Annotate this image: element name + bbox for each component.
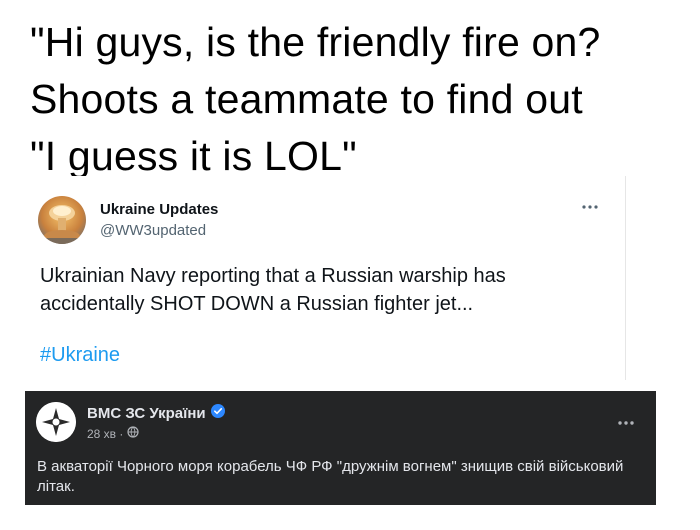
tweet-text: Ukrainian Navy reporting that a Russian … (40, 265, 506, 315)
page-name-row: ВМС ЗС України (87, 404, 225, 423)
tweet-card: Ukraine Updates @WW3updated Ukrainian Na… (20, 176, 626, 380)
meme-caption: "Hi guys, is the friendly fire on? Shoot… (30, 14, 695, 185)
verified-badge-icon (210, 404, 225, 423)
globe-icon (127, 426, 139, 441)
more-options-icon[interactable] (616, 415, 636, 425)
tweet-handle[interactable]: @WW3updated (100, 222, 206, 239)
mushroom-cloud-avatar-icon[interactable] (38, 196, 86, 244)
post-time[interactable]: 28 хв · (87, 427, 123, 441)
page-name[interactable]: ВМС ЗС України (87, 405, 206, 422)
more-options-icon[interactable] (579, 200, 601, 214)
post-text: В акваторії Чорного моря корабель ЧФ РФ … (37, 458, 624, 495)
hashtag-link[interactable]: #Ukraine (40, 344, 120, 367)
navy-emblem-avatar-icon[interactable] (36, 402, 76, 442)
tweet-display-name[interactable]: Ukraine Updates (100, 201, 218, 218)
caption-line-2: Shoots a teammate to find out (30, 76, 583, 122)
post-meta: 28 хв · (87, 426, 139, 441)
caption-line-1: "Hi guys, is the friendly fire on? (30, 19, 601, 65)
facebook-post: ВМС ЗС України 28 хв · В акваторії Чорно… (25, 391, 656, 505)
